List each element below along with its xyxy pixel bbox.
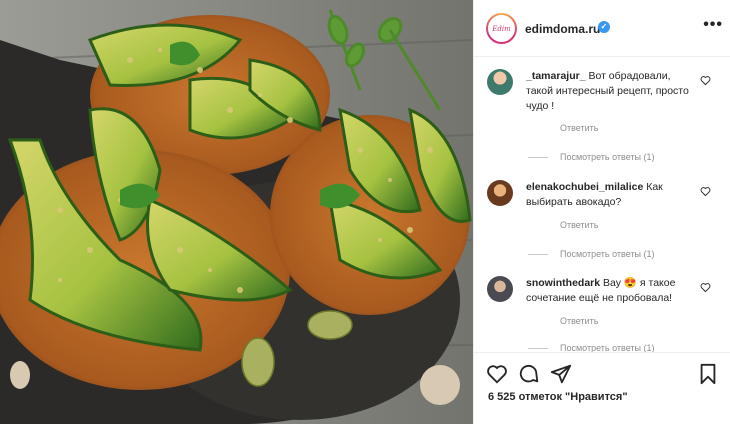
comment-text: elenakochubei_milalice Как выбирать авок… xyxy=(526,180,696,210)
view-replies-button[interactable]: Посмотреть ответы (1) xyxy=(528,152,655,162)
thread-line xyxy=(528,253,548,255)
account-username[interactable]: edimdoma.ru xyxy=(525,22,600,36)
bookmark-icon[interactable] xyxy=(697,363,719,385)
heart-icon[interactable] xyxy=(486,363,508,385)
verified-badge-icon: ✓ xyxy=(598,21,610,33)
comment-like-heart-icon[interactable] xyxy=(700,75,711,86)
share-icon[interactable] xyxy=(550,363,572,385)
comment-username[interactable]: _tamarajur_ xyxy=(526,70,586,82)
comment-username[interactable]: elenakochubei_milalice xyxy=(526,181,643,193)
post-actions-bar: 6 525 отметок "Нравится" xyxy=(474,352,730,424)
thread-line xyxy=(528,347,548,349)
comment-username[interactable]: snowinthedark xyxy=(526,277,600,289)
comment-like-heart-icon[interactable] xyxy=(700,186,711,197)
comments-list[interactable]: _tamarajur_ Вот обрадовали, такой интере… xyxy=(474,57,730,352)
thread-line xyxy=(528,156,548,158)
comment-icon[interactable] xyxy=(518,363,540,385)
reply-button[interactable]: Ответить xyxy=(560,123,598,133)
comment-like-heart-icon[interactable] xyxy=(700,282,711,293)
view-replies-label: Посмотреть ответы (1) xyxy=(560,152,655,162)
comment-text: snowinthedark Вау 😍 я такое сочетание ещ… xyxy=(526,276,696,306)
more-options-icon[interactable]: ••• xyxy=(703,16,723,34)
reply-button[interactable]: Ответить xyxy=(560,316,598,326)
view-replies-button[interactable]: Посмотреть ответы (1) xyxy=(528,249,655,259)
account-avatar[interactable]: Edim xyxy=(486,13,517,44)
commenter-avatar[interactable] xyxy=(487,69,513,95)
reply-button[interactable]: Ответить xyxy=(560,220,598,230)
avatar-logo-text: Edim xyxy=(492,24,511,33)
post-side-panel: Edim edimdoma.ru ✓ ••• _tamarajur_ Вот о… xyxy=(473,0,730,424)
likes-count[interactable]: 6 525 отметок "Нравится" xyxy=(488,391,628,403)
comment-text: _tamarajur_ Вот обрадовали, такой интере… xyxy=(526,69,696,114)
commenter-avatar[interactable] xyxy=(487,180,513,206)
post-photo xyxy=(0,0,473,424)
view-replies-label: Посмотреть ответы (1) xyxy=(560,249,655,259)
commenter-avatar[interactable] xyxy=(487,276,513,302)
view-replies-label: Посмотреть ответы (1) xyxy=(560,343,655,352)
view-replies-button[interactable]: Посмотреть ответы (1) xyxy=(528,343,655,352)
post-header: Edim edimdoma.ru ✓ ••• xyxy=(474,0,730,57)
